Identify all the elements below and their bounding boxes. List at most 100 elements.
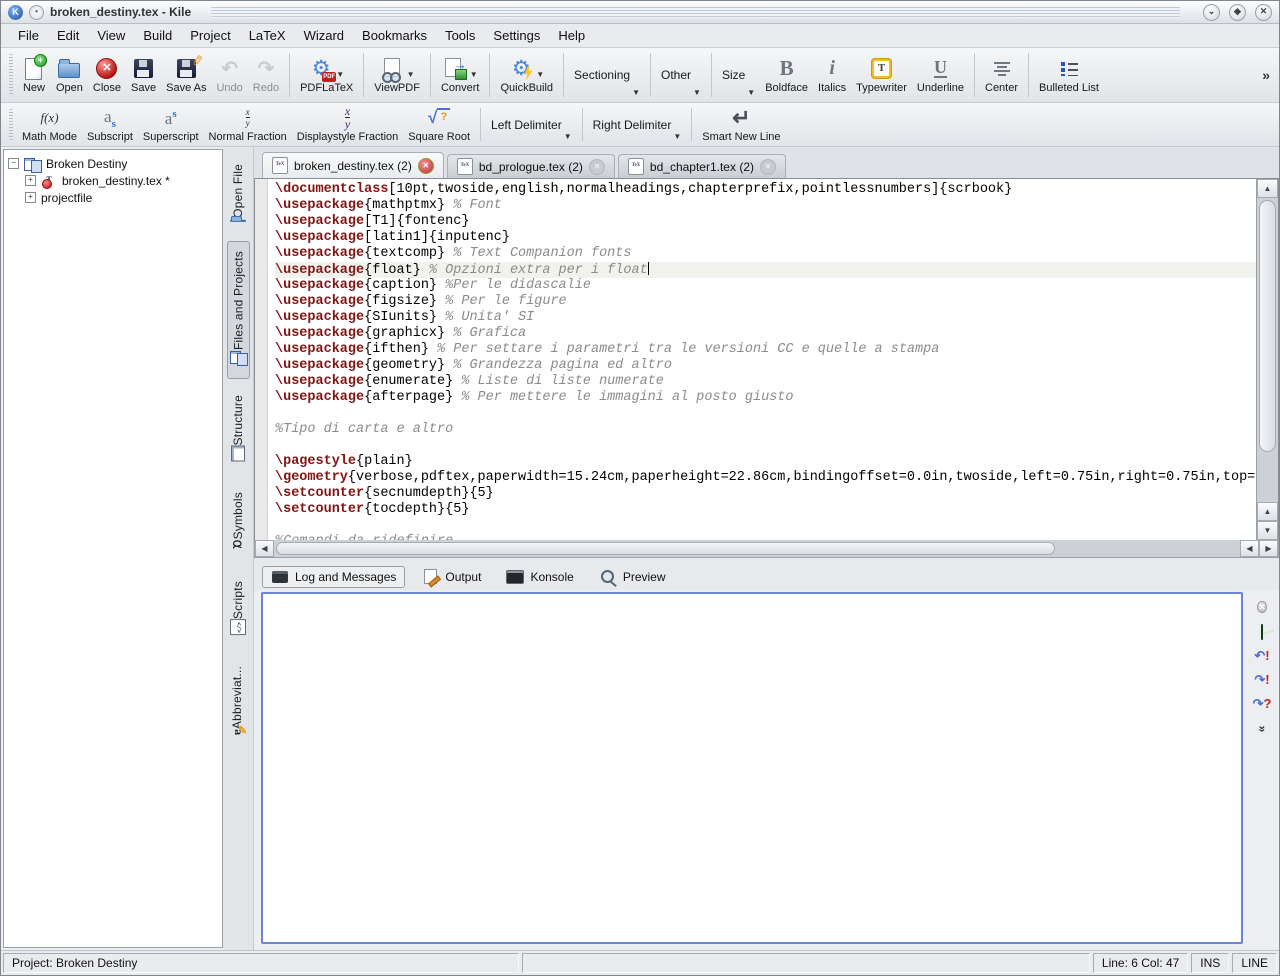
bottom-tab-log-and-messages[interactable]: Log and Messages [262, 566, 405, 588]
toolbar-button-save[interactable]: Save [126, 49, 161, 101]
menu-latex[interactable]: LaTeX [240, 25, 295, 46]
menu-project[interactable]: Project [181, 25, 239, 46]
scroll-down-button[interactable]: ▼ [1257, 521, 1278, 540]
sidebar-tab-structure[interactable]: Structure [228, 385, 248, 477]
code-line[interactable] [275, 518, 1256, 534]
menu-settings[interactable]: Settings [484, 25, 549, 46]
code-line[interactable]: \usepackage{figsize} % Per le figure [275, 294, 1256, 310]
toolbar-button-viewpdf[interactable]: ▼ViewPDF [369, 49, 425, 101]
document-tab-bd-chapter1-tex-2[interactable]: TeXbd_chapter1.tex (2)✕ [618, 154, 786, 178]
status-insert-mode[interactable]: INS [1191, 953, 1229, 973]
toolbar-grip[interactable] [9, 54, 13, 96]
toolbar-button-square-root[interactable]: √?Square Root [403, 104, 475, 145]
sidebar-tab-files-and-projects[interactable]: Files and Projects [227, 241, 250, 379]
code-line[interactable]: \usepackage{float} % Opzioni extra per i… [275, 262, 1256, 278]
toolbar-button-italics[interactable]: iItalics [813, 49, 851, 101]
sidebar-tab-symbols[interactable]: αSymbols [226, 482, 250, 564]
tab-close-icon[interactable]: ✕ [589, 159, 605, 175]
code-line[interactable]: \usepackage[T1]{fontenc} [275, 214, 1256, 230]
toolbar-button-normal-fraction[interactable]: xyNormal Fraction [204, 104, 292, 145]
toolbar-button-underline[interactable]: UUnderline [912, 49, 969, 101]
close-button[interactable]: ✕ [1255, 4, 1272, 21]
toolbar-button-center[interactable]: Center [980, 49, 1023, 101]
previous-error-button[interactable]: ↶! [1254, 649, 1269, 663]
toolbar-button-convert[interactable]: →▼Convert [436, 49, 485, 101]
toolbar-button-other[interactable]: Other▼ [656, 49, 706, 101]
status-line-mode[interactable]: LINE [1232, 953, 1277, 973]
toolbar-button-bulleted-list[interactable]: Bulleted List [1034, 49, 1104, 101]
code-line[interactable]: \usepackage{geometry} % Grandezza pagina… [275, 358, 1256, 374]
menu-bookmarks[interactable]: Bookmarks [353, 25, 436, 46]
scroll-up-button-bottom[interactable]: ▲ [1257, 502, 1278, 521]
vertical-scroll-thumb[interactable] [1259, 200, 1276, 452]
code-line[interactable]: \usepackage{caption} %Per le didascalie [275, 278, 1256, 294]
tab-close-icon[interactable]: ✕ [760, 159, 776, 175]
vertical-scroll-track[interactable] [1257, 454, 1278, 502]
code-line[interactable]: \usepackage{enumerate} % Liste di liste … [275, 374, 1256, 390]
toolbar-button-subscript[interactable]: asSubscript [82, 104, 138, 145]
toolbar-button-open[interactable]: Open [51, 49, 88, 101]
toolbar-button-left-delimiter[interactable]: Left Delimiter▼ [486, 104, 577, 145]
menu-help[interactable]: Help [549, 25, 594, 46]
code-line[interactable]: \usepackage{afterpage} % Per mettere le … [275, 390, 1256, 406]
next-error-button[interactable]: ↷! [1254, 673, 1269, 687]
document-tab-broken-destiny-tex-2[interactable]: TeXbroken_destiny.tex (2)✕ [262, 152, 444, 178]
code-line[interactable]: \usepackage{graphicx} % Grafica [275, 326, 1256, 342]
toolbar-button-sectioning[interactable]: Sectioning▼ [569, 49, 645, 101]
toolbar-overflow-button[interactable]: » [1257, 67, 1275, 83]
scroll-right-button[interactable]: ▶ [1259, 540, 1278, 557]
menu-build[interactable]: Build [134, 25, 181, 46]
code-line[interactable]: \setcounter{secnumdepth}{5} [275, 486, 1256, 502]
tree-item-project-root[interactable]: − Broken Destiny [8, 155, 218, 172]
code-editor[interactable]: \documentclass[10pt,twoside,english,norm… [268, 179, 1256, 540]
minimize-button[interactable]: ⌄ [1203, 4, 1220, 21]
code-line[interactable]: \usepackage{mathptmx} % Font [275, 198, 1256, 214]
tree-expander-expand[interactable]: + [25, 175, 36, 186]
toolbar-button-superscript[interactable]: asSuperscript [138, 104, 204, 145]
bottom-tab-preview[interactable]: Preview [590, 566, 675, 588]
toolbar-button-math-mode[interactable]: f(x)Math Mode [17, 104, 82, 145]
menu-file[interactable]: File [9, 25, 48, 46]
horizontal-scroll-track[interactable] [1057, 540, 1240, 557]
toolbar-button-new[interactable]: +New [17, 49, 51, 101]
scroll-left-button[interactable]: ◀ [255, 540, 274, 557]
scroll-up-button[interactable]: ▲ [1257, 179, 1278, 198]
code-line[interactable] [275, 406, 1256, 422]
bottom-tab-konsole[interactable]: Konsole [497, 566, 582, 588]
sidebar-tab-abbreviat[interactable]: a✎Abbreviat... [227, 656, 249, 750]
menu-wizard[interactable]: Wizard [295, 25, 353, 46]
menu-view[interactable]: View [88, 25, 134, 46]
log-and-messages-view[interactable] [261, 592, 1243, 945]
toolbar-grip[interactable] [9, 109, 13, 140]
menu-edit[interactable]: Edit [48, 25, 88, 46]
code-line[interactable]: \setcounter{tocdepth}{5} [275, 502, 1256, 518]
toolbar-button-save-as[interactable]: ✎Save As [161, 49, 211, 101]
code-line[interactable]: \documentclass[10pt,twoside,english,norm… [275, 182, 1256, 198]
toolbar-button-smart-new-line[interactable]: ↵Smart New Line [697, 104, 785, 145]
code-line[interactable]: \geometry{verbose,pdftex,paperwidth=15.2… [275, 470, 1256, 486]
warnings-button[interactable]: ↷? [1253, 697, 1272, 711]
sidebar-tab-scripts[interactable]: </>Scripts [227, 571, 249, 650]
tree-item-main-file[interactable]: + T broken_destiny.tex * [8, 172, 218, 189]
toolbar-button-typewriter[interactable]: TTypewriter [851, 49, 912, 101]
toolbar-button-right-delimiter[interactable]: Right Delimiter▼ [588, 104, 687, 145]
toolbar-button-displaystyle-fraction[interactable]: xyDisplaystyle Fraction [292, 104, 403, 145]
document-tab-bd-prologue-tex-2[interactable]: TeXbd_prologue.tex (2)✕ [447, 154, 615, 178]
scroll-left-button-right[interactable]: ◀ [1240, 540, 1259, 557]
horizontal-scrollbar[interactable]: ◀ ◀ ▶ [254, 540, 1279, 558]
code-line[interactable]: \usepackage[latin1]{inputenc} [275, 230, 1256, 246]
code-line[interactable]: \usepackage{ifthen} % Per settare i para… [275, 342, 1256, 358]
tree-expander-collapse[interactable]: − [8, 158, 19, 169]
toolbar-button-quickbuild[interactable]: ⚙▼QuickBuild [495, 49, 558, 101]
toolbar-button-close[interactable]: ✕Close [88, 49, 126, 101]
latex-output-button[interactable] [1261, 625, 1263, 639]
horizontal-scroll-thumb[interactable] [276, 542, 1055, 555]
toolbar-button-boldface[interactable]: BBoldface [760, 49, 813, 101]
code-line[interactable] [275, 438, 1256, 454]
more-button[interactable]: » [1260, 721, 1265, 735]
code-line[interactable]: \pagestyle{plain} [275, 454, 1256, 470]
tree-expander-expand[interactable]: + [25, 192, 36, 203]
code-line[interactable]: \usepackage{textcomp} % Text Companion f… [275, 246, 1256, 262]
code-line[interactable]: \usepackage{SIunits} % Unita' SI [275, 310, 1256, 326]
menu-tools[interactable]: Tools [436, 25, 484, 46]
